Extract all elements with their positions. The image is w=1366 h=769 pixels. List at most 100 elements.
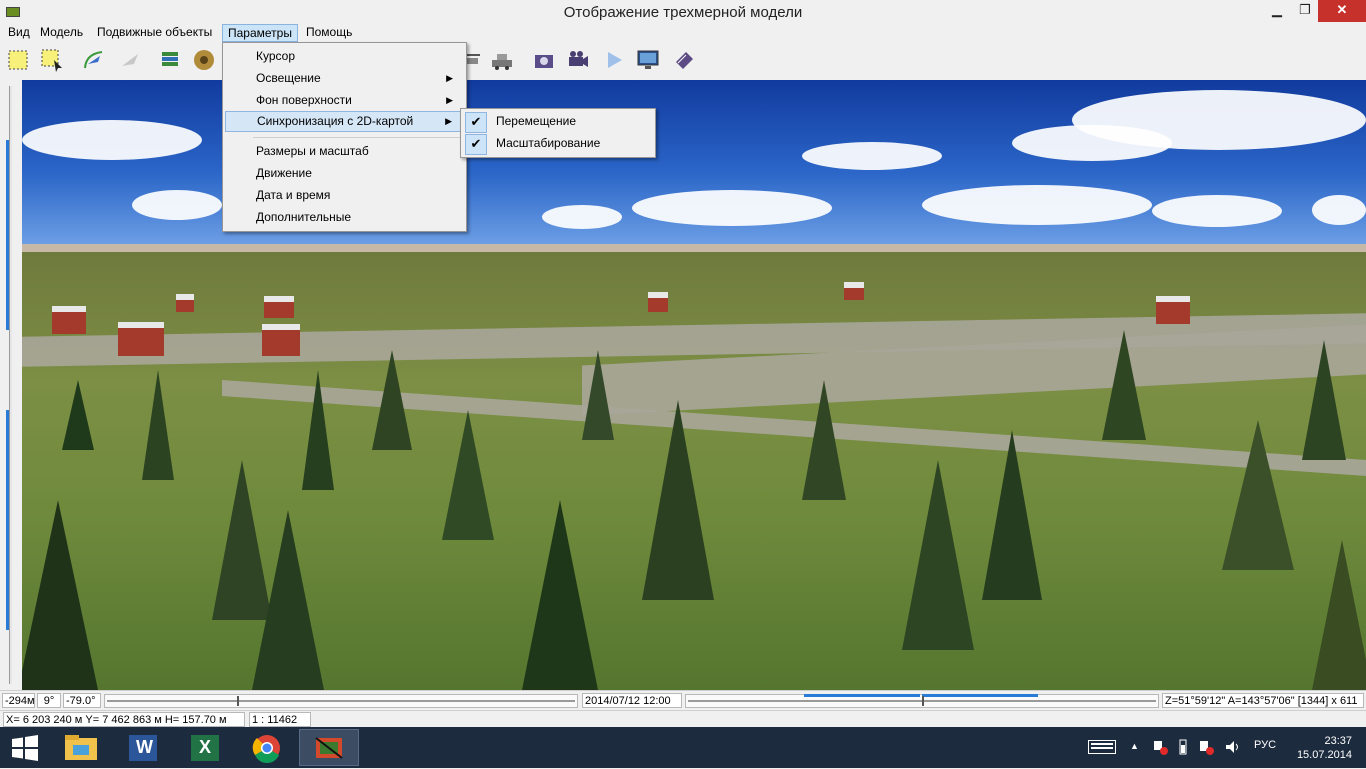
- slider-range-lower: [6, 410, 9, 630]
- menu-moving-objects[interactable]: Подвижные объекты: [92, 24, 217, 42]
- slider-thumb[interactable]: [922, 696, 924, 706]
- menu-item-date-time[interactable]: Дата и время: [225, 185, 463, 206]
- window-title: Отображение трехмерной модели: [563, 4, 803, 21]
- menu-item-sync-2d-map[interactable]: Синхронизация с 2D-картой ▶: [225, 111, 463, 132]
- network-flag-icon[interactable]: [1152, 739, 1168, 758]
- slider-range-upper: [6, 140, 9, 330]
- 3d-model-app-taskbar-icon[interactable]: [299, 729, 359, 766]
- menu-item-cursor[interactable]: Курсор: [225, 46, 463, 67]
- excel-taskbar-icon[interactable]: X: [175, 729, 235, 766]
- spruce-tree: [522, 500, 598, 690]
- layers-icon[interactable]: [158, 48, 182, 72]
- menu-item-label: Движение: [256, 166, 312, 180]
- monitor-icon[interactable]: [636, 48, 660, 72]
- battery-icon[interactable]: [1178, 739, 1188, 758]
- spruce-tree: [252, 510, 324, 690]
- house: [176, 294, 194, 312]
- position-field: X= 6 203 240 м Y= 7 462 863 м H= 157.70 …: [3, 712, 245, 727]
- minimize-button[interactable]: ▁: [1262, 0, 1292, 22]
- menu-item-scaling[interactable]: ✔ Масштабирование: [463, 133, 651, 155]
- spruce-tree: [1302, 340, 1346, 460]
- cloud: [922, 185, 1152, 225]
- cloud: [632, 190, 832, 226]
- menu-view[interactable]: Вид: [3, 24, 35, 42]
- slider-thumb[interactable]: [237, 696, 239, 706]
- flight-route-icon[interactable]: [82, 48, 106, 72]
- house: [844, 282, 864, 300]
- plane-disabled-icon[interactable]: [118, 48, 142, 72]
- word-glyph: W: [136, 737, 153, 757]
- house: [1156, 296, 1190, 324]
- spruce-tree: [1312, 540, 1366, 690]
- spruce-tree: [62, 380, 94, 450]
- menu-item-label: Фон поверхности: [256, 93, 352, 107]
- tray-up-icon[interactable]: ▲: [1130, 741, 1139, 751]
- spruce-tree: [372, 350, 412, 450]
- menu-separator: [253, 137, 463, 138]
- spruce-tree: [1102, 330, 1146, 440]
- status-bar-top: -294м 9° -79.0° 2014/07/12 12:00 Z=51°59…: [0, 690, 1366, 711]
- slider-line: [107, 700, 575, 702]
- word-taskbar-icon[interactable]: W: [113, 729, 173, 766]
- clock[interactable]: 23:37 15.07.2014: [1296, 734, 1352, 762]
- menu-item-label: Масштабирование: [496, 136, 601, 150]
- book-icon[interactable]: [672, 48, 696, 72]
- menu-model[interactable]: Модель: [35, 24, 88, 42]
- menu-item-surface-background[interactable]: Фон поверхности ▶: [225, 90, 463, 111]
- cloud: [1152, 195, 1282, 227]
- time-range-bar: [804, 694, 920, 697]
- taskbar: W X ▲ РУС 23:37 15.07.2014: [0, 727, 1366, 768]
- menu-item-motion[interactable]: Движение: [225, 163, 463, 184]
- vehicle-icon[interactable]: [490, 48, 514, 72]
- close-button[interactable]: ✕: [1318, 0, 1366, 22]
- volume-icon[interactable]: [1224, 739, 1240, 758]
- settings-gear-icon[interactable]: [192, 48, 216, 72]
- time-slider[interactable]: [685, 694, 1159, 708]
- view-angle-slider[interactable]: [104, 694, 578, 708]
- checkmark-icon: ✔: [465, 134, 487, 155]
- spruce-tree: [1222, 420, 1294, 570]
- spruce-tree: [802, 380, 846, 500]
- cloud: [802, 142, 942, 170]
- spruce-tree: [582, 350, 614, 440]
- submenu-arrow-icon: ▶: [445, 116, 452, 126]
- menu-item-lighting[interactable]: Освещение ▶: [225, 68, 463, 89]
- menu-item-size-scale[interactable]: Размеры и масштаб: [225, 141, 463, 162]
- network-disconnected-icon[interactable]: [1198, 739, 1214, 758]
- restore-button[interactable]: ❐: [1292, 0, 1318, 22]
- submenu-arrow-icon: ▶: [446, 95, 453, 105]
- cloud: [132, 190, 222, 220]
- menu-item-label: Синхронизация с 2D-картой: [257, 114, 414, 128]
- time-range-bar: [922, 694, 1038, 697]
- menu-item-additional[interactable]: Дополнительные: [225, 207, 463, 228]
- menu-help[interactable]: Помощь: [301, 24, 357, 42]
- explorer-taskbar-icon[interactable]: [51, 729, 111, 766]
- select-cursor-icon[interactable]: [40, 48, 64, 72]
- offset-field: -294м: [2, 693, 35, 708]
- house: [262, 324, 300, 356]
- chrome-taskbar-icon[interactable]: [237, 729, 297, 766]
- scale-field: 1 : 11462: [249, 712, 311, 727]
- video-camera-icon[interactable]: [566, 48, 590, 72]
- submenu-arrow-icon: ▶: [446, 73, 453, 83]
- start-button[interactable]: [0, 729, 50, 766]
- keyboard-icon[interactable]: [1088, 740, 1116, 757]
- spruce-tree: [442, 410, 494, 540]
- house: [648, 292, 668, 312]
- house: [264, 296, 294, 318]
- vertical-scale-slider[interactable]: [0, 80, 22, 690]
- camera-icon[interactable]: [532, 48, 556, 72]
- menu-item-label: Курсор: [256, 49, 296, 63]
- language-indicator[interactable]: РУС: [1254, 739, 1276, 751]
- cloud: [542, 205, 622, 229]
- play-icon[interactable]: [602, 48, 626, 72]
- menu-item-movement[interactable]: ✔ Перемещение: [463, 111, 651, 133]
- clock-date: 15.07.2014: [1296, 749, 1352, 761]
- menu-item-label: Дата и время: [256, 188, 331, 202]
- parameters-dropdown: Курсор Освещение ▶ Фон поверхности ▶ Синхр…: [222, 42, 467, 232]
- menu-bar: Вид Модель Подвижные объекты Параметры П…: [0, 24, 1366, 42]
- select-frame-icon[interactable]: [6, 48, 30, 72]
- menu-parameters[interactable]: Параметры: [222, 24, 298, 42]
- cloud: [22, 120, 202, 160]
- tilt-field: 9°: [37, 693, 61, 708]
